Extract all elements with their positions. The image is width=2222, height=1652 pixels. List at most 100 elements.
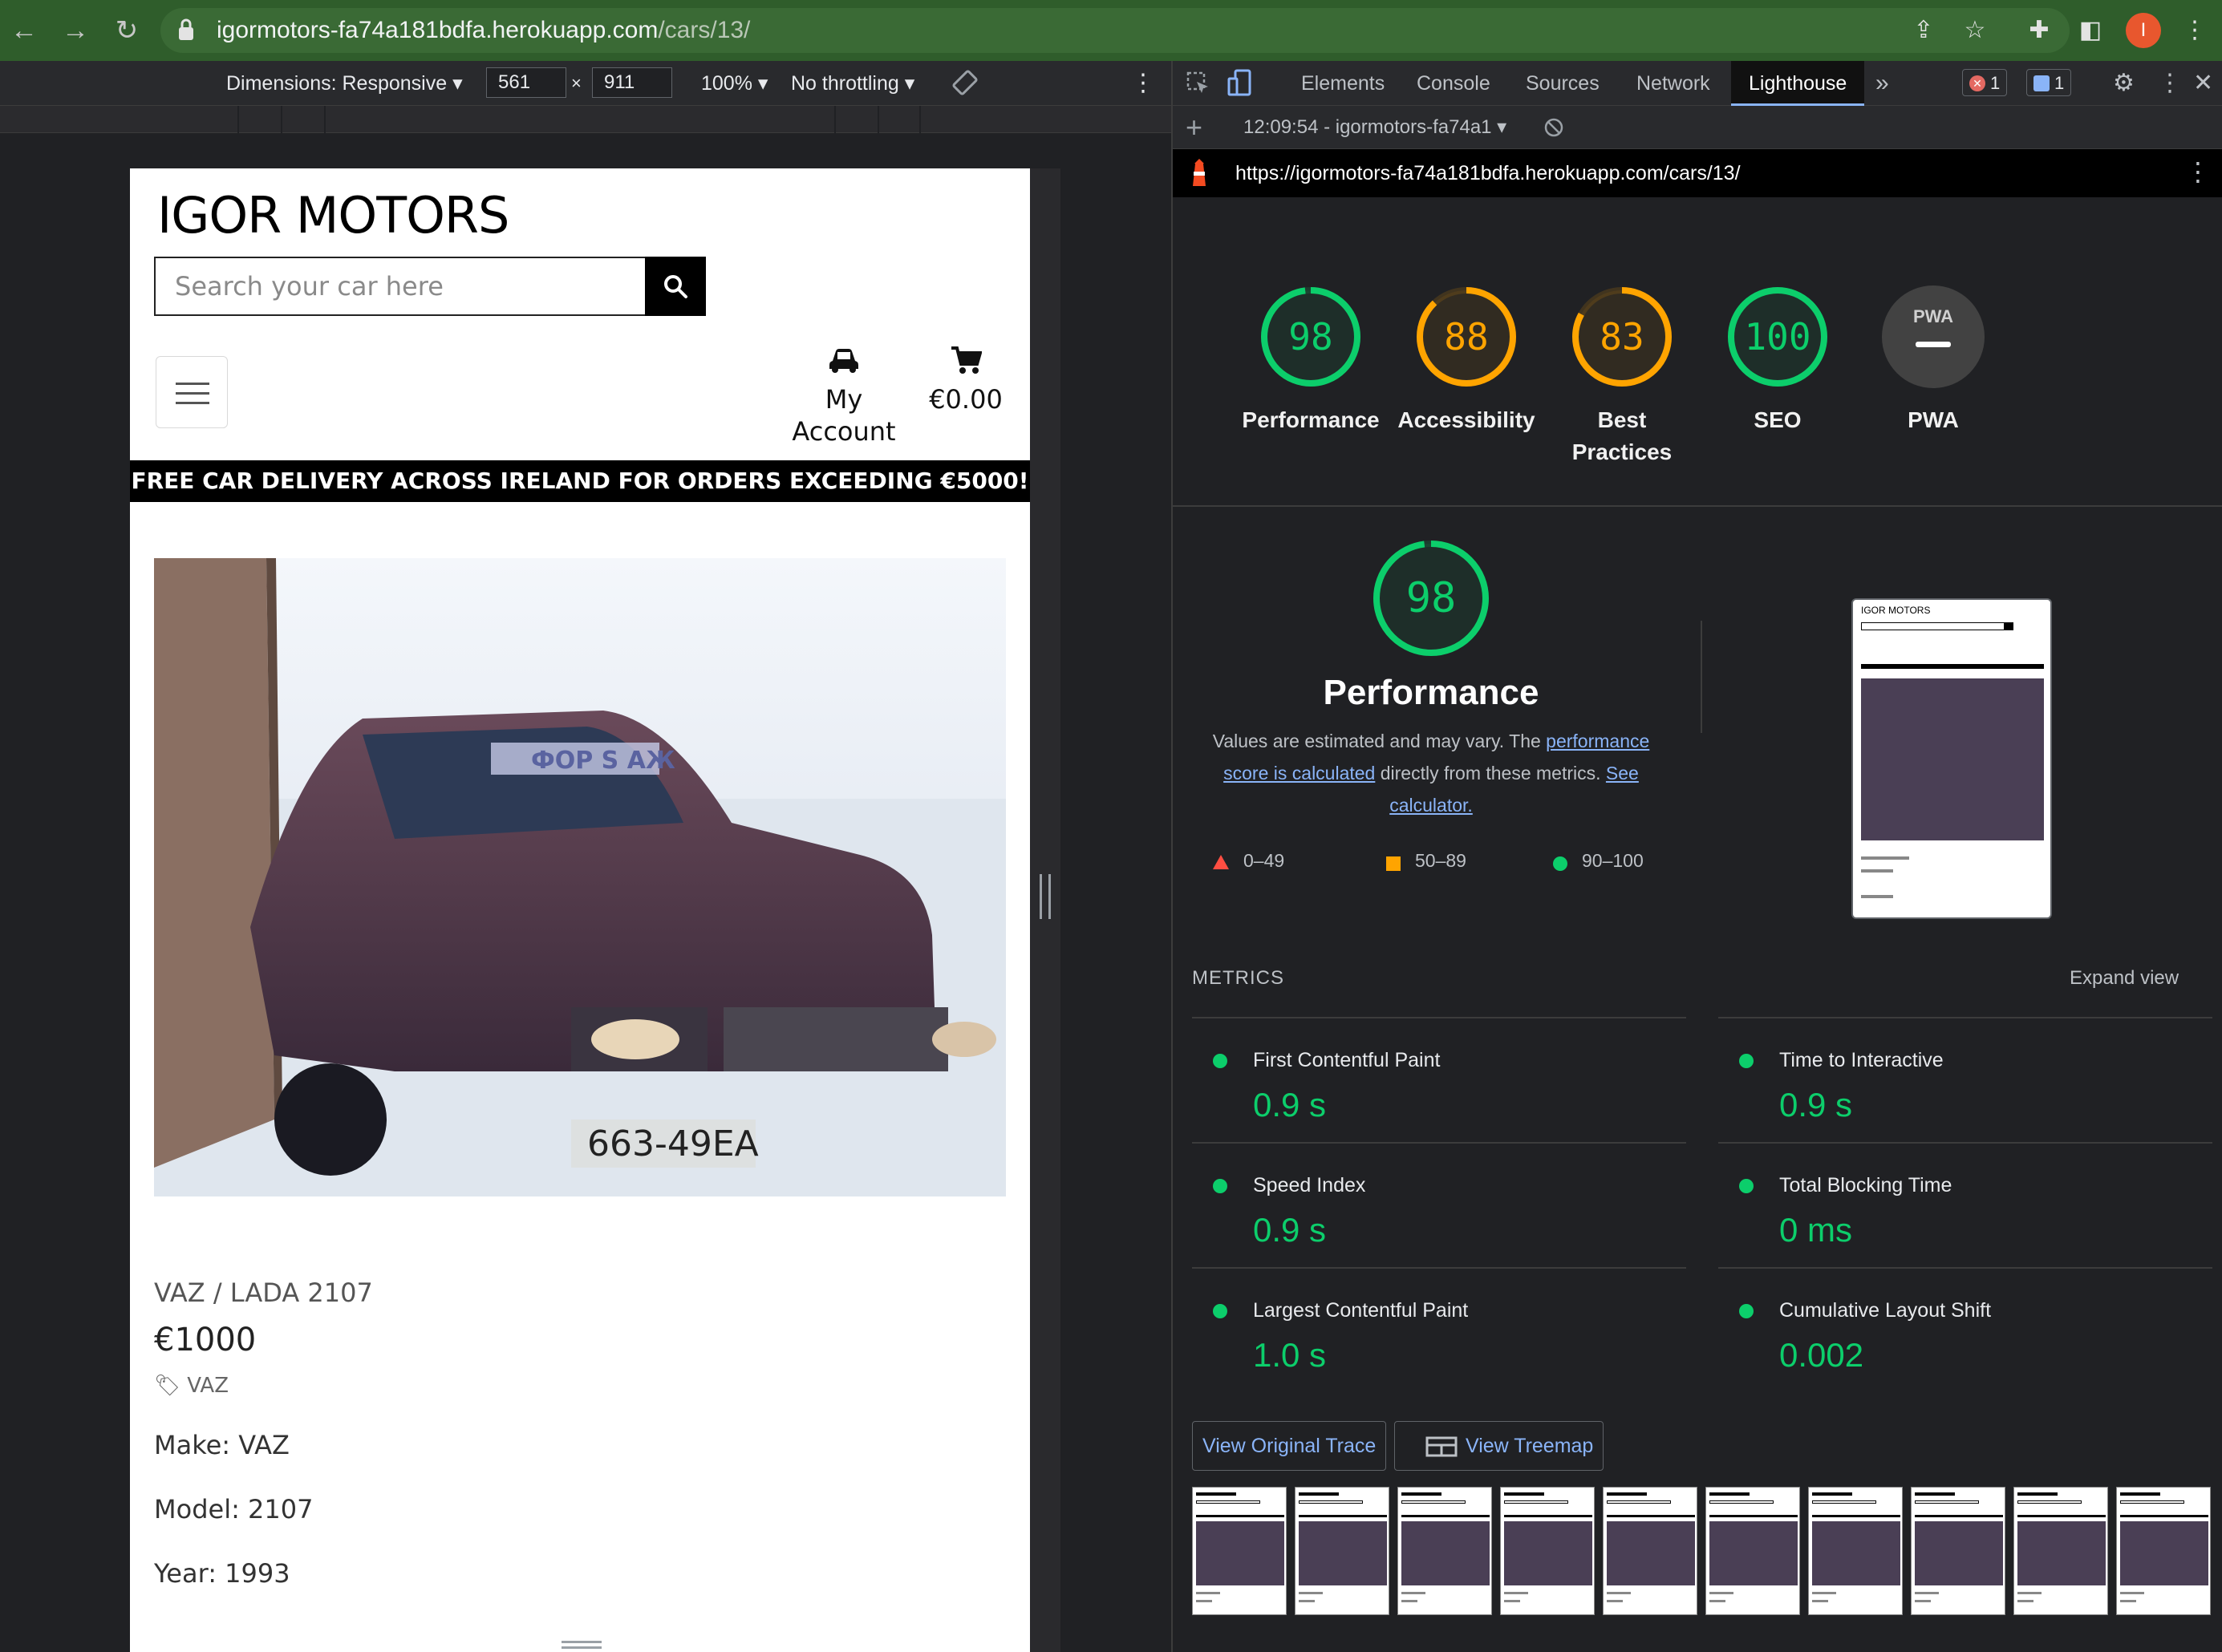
rotate-icon[interactable] <box>951 69 979 96</box>
tab-lighthouse[interactable]: Lighthouse <box>1731 61 1865 106</box>
frame-text <box>1504 1592 1528 1594</box>
more-tabs-chevron[interactable]: » <box>1875 61 1889 106</box>
close-devtools-icon[interactable]: ✕ <box>2193 61 2213 106</box>
extensions-icon[interactable]: ✚ <box>2021 13 2057 48</box>
filmstrip-frame[interactable] <box>1705 1487 1800 1615</box>
tab-network[interactable]: Network <box>1636 61 1710 106</box>
forward-arrow-icon[interactable]: → <box>56 11 95 50</box>
frame-text <box>1299 1600 1315 1602</box>
back-arrow-icon[interactable]: ← <box>5 11 43 50</box>
cart-icon <box>951 346 982 374</box>
filmstrip-frame[interactable] <box>1500 1487 1595 1615</box>
gauge-label: PWA <box>1908 407 1959 432</box>
legend-average: 50–89 <box>1415 850 1466 871</box>
metric-label: Time to Interactive <box>1779 1049 1944 1071</box>
gauge-value: 88 <box>1444 315 1489 358</box>
filmstrip-frame[interactable] <box>1192 1487 1287 1615</box>
report-selector[interactable]: 12:09:54 - igormotors-fa74a1 ▾ <box>1243 112 1506 143</box>
profile-avatar[interactable]: I <box>2126 13 2161 48</box>
ruler-tick <box>919 106 921 133</box>
plate-text: 663-49EA <box>587 1124 759 1164</box>
height-input[interactable]: 911 <box>592 67 672 98</box>
zoom-dropdown[interactable]: 100% ▾ <box>701 69 768 98</box>
message-badge[interactable]: 1 <box>2026 69 2072 96</box>
filmstrip-frame[interactable] <box>1911 1487 2005 1615</box>
frame-text <box>1401 1592 1425 1594</box>
report-menu-icon[interactable]: ⋮ <box>2185 156 2211 188</box>
tab-console[interactable]: Console <box>1417 61 1490 106</box>
search-input[interactable] <box>156 258 647 314</box>
resize-handle-right[interactable] <box>1040 874 1051 919</box>
gauge-value: 83 <box>1600 315 1644 358</box>
frame-banner <box>1196 1515 1284 1517</box>
dimensions-dropdown[interactable]: Dimensions: Responsive ▾ <box>226 69 463 98</box>
filmstrip-frame[interactable] <box>2116 1487 2211 1615</box>
device-toggle-icon[interactable] <box>1227 69 1253 98</box>
filmstrip-frame[interactable] <box>1295 1487 1389 1615</box>
final-screenshot[interactable]: IGOR MOTORS <box>1851 598 2052 919</box>
filmstrip-frame[interactable] <box>1603 1487 1697 1615</box>
car-price: €1000 <box>154 1322 257 1358</box>
metric-fcp: First Contentful Paint 0.9 s <box>1192 1017 1686 1142</box>
url-text[interactable]: igormotors-fa74a181bdfa.herokuapp.com/ca… <box>217 16 750 45</box>
device-more-icon[interactable]: ⋮ <box>1131 69 1155 98</box>
error-count: 1 <box>1990 73 2001 93</box>
media-query-ruler[interactable] <box>0 106 1171 133</box>
expand-view-toggle[interactable]: Expand view <box>2070 967 2179 990</box>
address-bar[interactable]: igormotors-fa74a181bdfa.herokuapp.com/ca… <box>160 8 2070 53</box>
error-badge[interactable]: ✕ 1 <box>1962 69 2008 96</box>
share-icon[interactable]: ⇪ <box>1906 13 1941 48</box>
emulated-page: IGOR MOTORS My Account €0.00 FREE CAR DE… <box>130 168 1030 1652</box>
tab-sources[interactable]: Sources <box>1526 61 1600 106</box>
frame-banner <box>1812 1515 1900 1517</box>
my-account-link[interactable]: My Account <box>772 343 916 447</box>
cart-link[interactable]: €0.00 <box>926 343 1006 415</box>
inspect-element-icon[interactable] <box>1186 71 1211 96</box>
site-brand[interactable]: IGOR MOTORS <box>157 180 509 252</box>
report-time: 12:09:54 - igormotors-fa74a1 <box>1243 116 1492 138</box>
filmstrip-frame[interactable] <box>2013 1487 2108 1615</box>
frame-search <box>2120 1500 2184 1504</box>
bookmark-star-icon[interactable]: ☆ <box>1957 13 1993 48</box>
throttling-dropdown[interactable]: No throttling ▾ <box>791 69 914 98</box>
frame-banner <box>2120 1515 2208 1517</box>
pass-dot-icon <box>1213 1304 1227 1318</box>
hamburger-menu-button[interactable] <box>156 356 228 428</box>
car-category-link[interactable]: 🏷 VAZ <box>154 1371 229 1400</box>
device-toolbar: Dimensions: Responsive ▾ 561 × 911 100% … <box>0 61 1171 106</box>
side-panel-icon[interactable]: ◧ <box>2073 13 2108 48</box>
frame-text <box>2120 1592 2144 1594</box>
performance-title: Performance <box>1323 673 1539 712</box>
frame-text <box>2120 1600 2136 1602</box>
report-url[interactable]: https://igormotors-fa74a181bdfa.herokuap… <box>1235 159 1741 188</box>
clear-reports-icon[interactable] <box>1543 117 1564 138</box>
settings-gear-icon[interactable]: ⚙ <box>2113 61 2135 106</box>
gauge-label: Performance <box>1242 407 1380 432</box>
resize-handle-bottom[interactable] <box>562 1641 602 1649</box>
filmstrip-frame[interactable] <box>1808 1487 1903 1615</box>
thumb-banner <box>1861 664 2044 669</box>
url-host: igormotors-fa74a181bdfa.herokuapp.com <box>217 17 659 43</box>
view-treemap-button[interactable]: View Treemap <box>1394 1421 1604 1471</box>
menu-kebab-icon[interactable]: ⋮ <box>2177 13 2212 48</box>
car-image[interactable]: ФОР S АЖ 663-49EA <box>154 558 1006 1196</box>
new-report-icon[interactable]: + <box>1186 109 1202 146</box>
ruler-tick <box>324 106 326 133</box>
cart-total: €0.00 <box>929 384 1003 415</box>
devtools-menu-icon[interactable]: ⋮ <box>2158 61 2182 106</box>
frame-text <box>1196 1600 1212 1602</box>
reload-icon[interactable]: ↻ <box>107 11 146 50</box>
width-input[interactable]: 561 <box>486 67 566 98</box>
metric-label: Cumulative Layout Shift <box>1779 1299 1992 1322</box>
view-original-trace-button[interactable]: View Original Trace <box>1192 1421 1387 1471</box>
search-button[interactable] <box>645 257 706 316</box>
filmstrip-frame[interactable] <box>1397 1487 1492 1615</box>
search-field[interactable] <box>154 257 648 316</box>
metric-speed-index: Speed Index 0.9 s <box>1192 1142 1686 1267</box>
dimensions-label: Dimensions: Responsive <box>226 72 448 95</box>
tab-elements[interactable]: Elements <box>1301 61 1385 106</box>
frame-brand <box>1401 1492 1441 1496</box>
metric-tti: Time to Interactive 0.9 s <box>1718 1017 2212 1142</box>
treemap-icon <box>1425 1436 1458 1457</box>
average-square-icon <box>1386 856 1401 871</box>
